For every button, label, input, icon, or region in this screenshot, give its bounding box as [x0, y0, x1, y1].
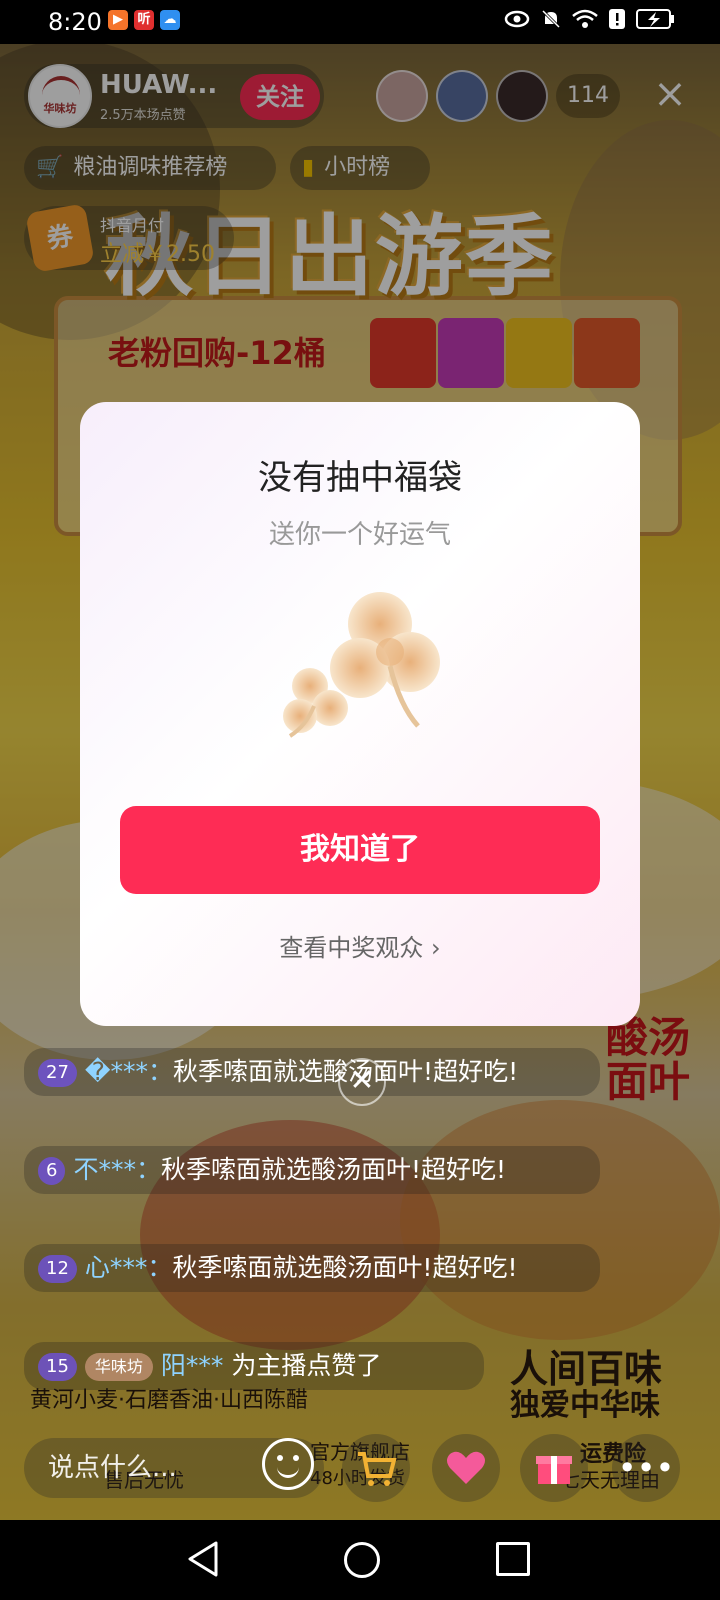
dialog-title: 没有抽中福袋: [258, 458, 462, 498]
like-user[interactable]: 阳***: [161, 1351, 224, 1380]
cart-icon[interactable]: [342, 1434, 410, 1502]
fan-badge: 华味坊: [84, 1353, 153, 1381]
comment-item[interactable]: 27 �***：秋季嗦面就选酸汤面叶!超好吃!: [24, 1048, 600, 1096]
alert-icon: [608, 8, 626, 35]
dialog-subtitle: 送你一个好运气: [268, 520, 451, 550]
close-overlay-icon[interactable]: ✕: [338, 1058, 386, 1106]
view-winners-link[interactable]: 查看中奖观众 ›: [80, 928, 640, 963]
comment-item[interactable]: 12 心***：秋季嗦面就选酸汤面叶!超好吃!: [24, 1244, 600, 1292]
comment-user[interactable]: �***：: [85, 1057, 173, 1086]
comment-text: 秋季嗦面就选酸汤面叶!超好吃!: [160, 1155, 507, 1184]
cloud-icon: ☁: [160, 10, 180, 30]
eye-icon: [504, 10, 530, 33]
comment-text: 秋季嗦面就选酸汤面叶!超好吃!: [172, 1253, 518, 1282]
like-event[interactable]: 15 华味坊 阳*** 为主播点赞了: [24, 1342, 484, 1390]
emoji-icon[interactable]: [262, 1438, 314, 1490]
heart-icon[interactable]: [432, 1434, 500, 1502]
system-nav-bar: [0, 1520, 720, 1600]
bell-muted-icon: [540, 8, 562, 35]
recents-icon[interactable]: [496, 1542, 530, 1576]
more-icon[interactable]: •••: [612, 1434, 680, 1502]
comment-user[interactable]: 心***：: [85, 1253, 173, 1282]
like-text: 为主播点赞了: [231, 1351, 382, 1380]
status-time: 8:20: [48, 8, 102, 36]
clover-icon: [260, 576, 460, 756]
level-badge: 6: [38, 1157, 66, 1185]
gift-icon[interactable]: [520, 1434, 588, 1502]
confirm-button[interactable]: 我知道了: [120, 806, 600, 894]
status-bar: 8:20 ▶ 听 ☁: [0, 0, 720, 44]
back-icon[interactable]: [186, 1540, 220, 1582]
lucky-bag-result-dialog: 没有抽中福袋 送你一个好运气 我知道了 查看中奖观众 ›: [80, 402, 640, 1026]
status-icons: [504, 8, 676, 35]
battery-charging-icon: [636, 8, 676, 35]
ting-icon: 听: [134, 10, 154, 30]
comment-item[interactable]: 6 不***：秋季嗦面就选酸汤面叶!超好吃!: [24, 1146, 600, 1194]
comment-user[interactable]: 不***：: [73, 1155, 161, 1184]
bottom-bar: 说点什么... •••: [0, 1428, 720, 1508]
wifi-icon: [572, 9, 598, 34]
home-icon[interactable]: [344, 1542, 380, 1578]
bilibili-icon: ▶: [108, 10, 128, 30]
level-badge: 27: [38, 1059, 77, 1087]
level-badge: 15: [38, 1353, 77, 1381]
level-badge: 12: [38, 1255, 77, 1283]
